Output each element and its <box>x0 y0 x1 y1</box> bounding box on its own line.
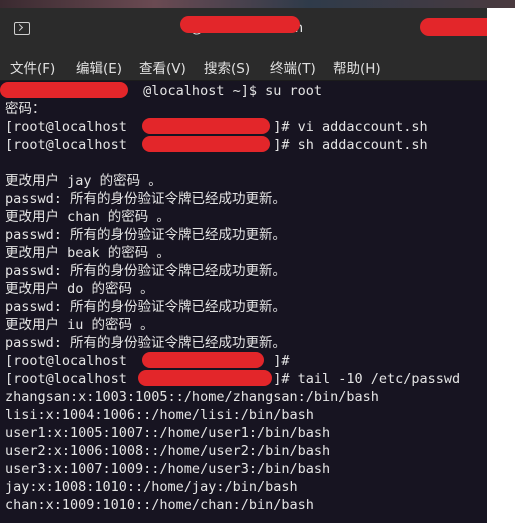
terminal-line: passwd: 所有的身份验证令牌已经成功更新。 <box>5 263 287 279</box>
redaction-mark <box>420 18 487 36</box>
terminal-line: chan:x:1009:1010::/home/chan:/bin/bash <box>5 497 314 513</box>
redaction-mark <box>0 82 128 98</box>
terminal-line: 更改用户 do 的密码 。 <box>5 281 154 297</box>
terminal-line: 更改用户 chan 的密码 。 <box>5 209 170 225</box>
menu-bar: 文件(F) 编辑(E) 查看(V) 搜索(S) 终端(T) 帮助(H) <box>0 50 487 81</box>
terminal-line: 更改用户 beak 的密码 。 <box>5 245 170 261</box>
redaction-mark <box>138 370 272 386</box>
terminal-line: 密码： <box>5 101 46 117</box>
terminal-line: passwd: 所有的身份验证令牌已经成功更新。 <box>5 191 287 207</box>
terminal-line: 更改用户 iu 的密码 。 <box>5 317 154 333</box>
terminal-window[interactable]: @localhost:/hom 文件(F) 编辑(E) 查看(V) 搜索(S) … <box>0 8 487 523</box>
redaction-mark <box>142 136 270 152</box>
terminal-line: passwd: 所有的身份验证令牌已经成功更新。 <box>5 227 287 243</box>
menu-terminal[interactable]: 终端(T) <box>270 57 316 77</box>
redaction-mark <box>180 16 300 33</box>
terminal-line: zhangsan:x:1003:1005::/home/zhangsan:/bi… <box>5 389 379 405</box>
menu-view[interactable]: 查看(V) <box>139 57 186 77</box>
terminal-line: jay:x:1008:1010::/home/jay:/bin/bash <box>5 479 298 495</box>
terminal-icon <box>14 22 30 35</box>
menu-help[interactable]: 帮助(H) <box>333 57 381 77</box>
terminal-line: lisi:x:1004:1006::/home/lisi:/bin/bash <box>5 407 314 423</box>
terminal-line: passwd: 所有的身份验证令牌已经成功更新。 <box>5 335 287 351</box>
terminal-line: passwd: 所有的身份验证令牌已经成功更新。 <box>5 299 287 315</box>
menu-edit[interactable]: 编辑(E) <box>76 57 122 77</box>
redaction-mark <box>142 118 270 134</box>
terminal-line: user3:x:1007:1009::/home/user3:/bin/bash <box>5 461 331 477</box>
menu-file[interactable]: 文件(F) <box>10 57 55 77</box>
terminal-line: 更改用户 jay 的密码 。 <box>5 173 162 189</box>
redaction-mark <box>142 352 264 368</box>
menu-search[interactable]: 搜索(S) <box>204 57 250 77</box>
desktop-background <box>0 0 515 8</box>
terminal-line: user1:x:1005:1007::/home/user1:/bin/bash <box>5 425 331 441</box>
terminal-line: user2:x:1006:1008::/home/user2:/bin/bash <box>5 443 331 459</box>
